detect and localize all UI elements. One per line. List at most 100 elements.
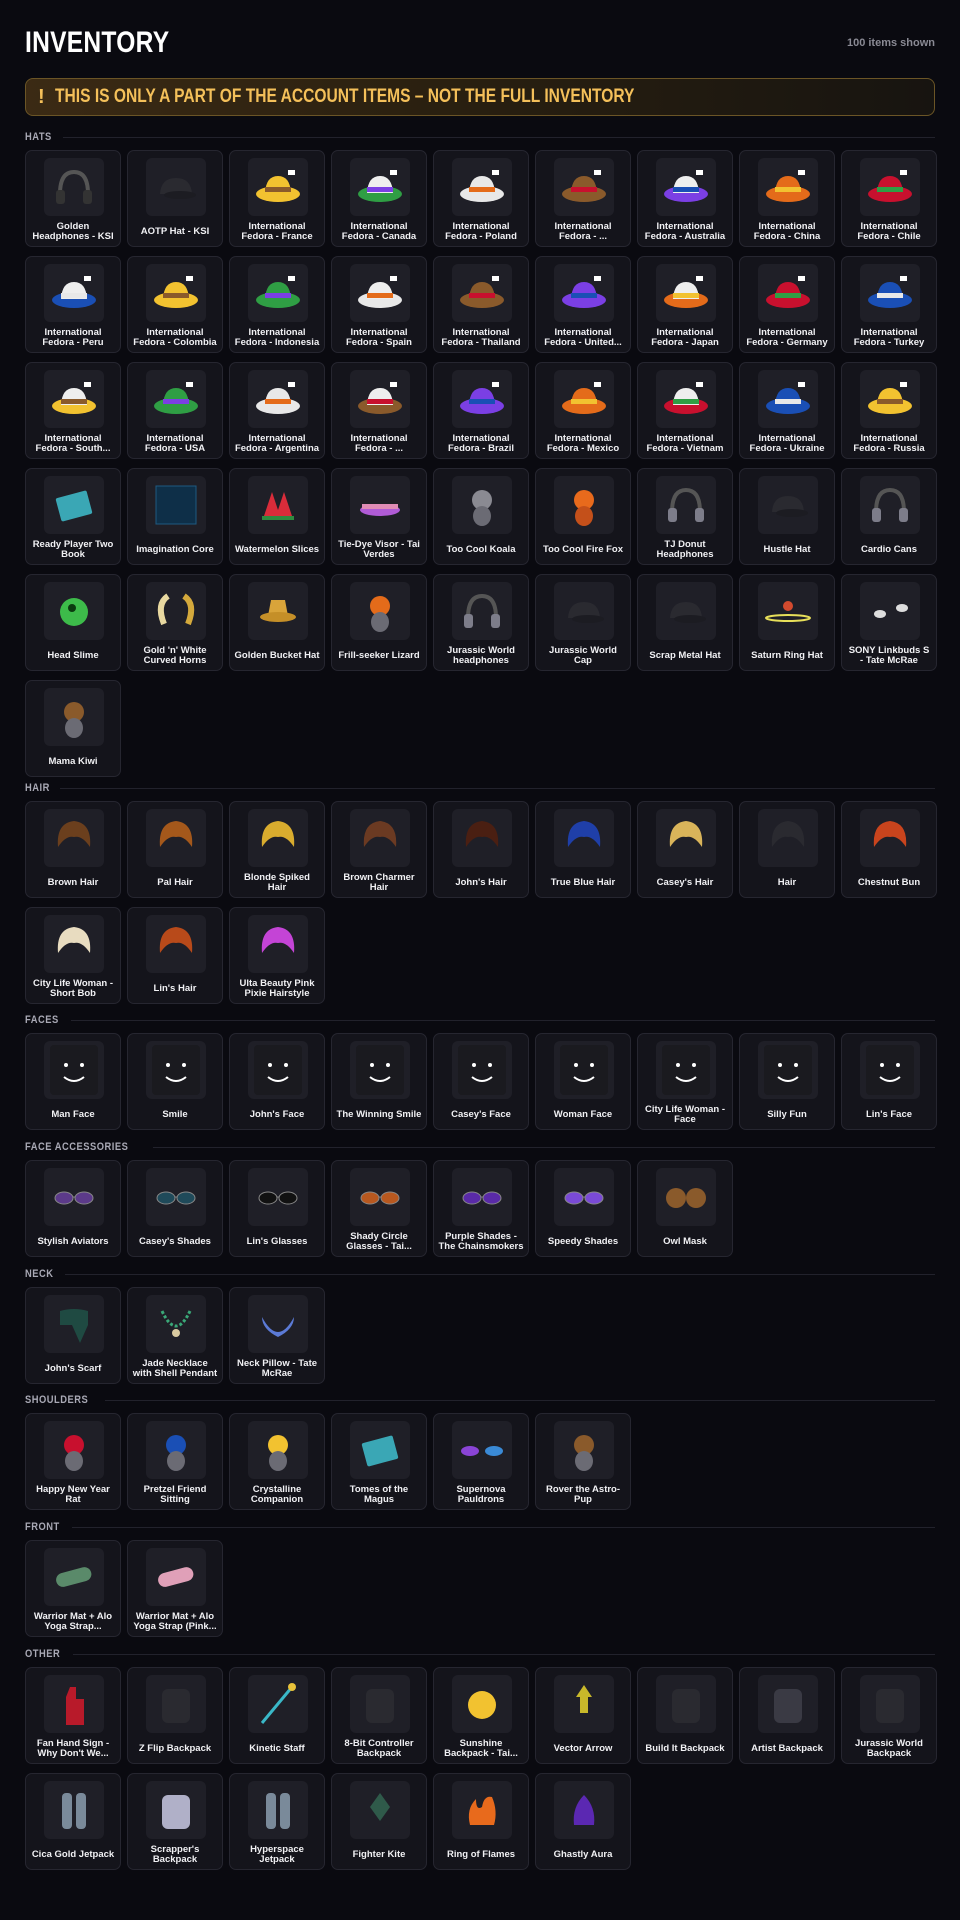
- item-card[interactable]: 8-Bit Controller Backpack: [331, 1667, 427, 1764]
- item-card[interactable]: International Fedora - ...: [535, 150, 631, 247]
- item-card[interactable]: Pal Hair: [127, 801, 223, 898]
- item-card[interactable]: Casey's Shades: [127, 1160, 223, 1257]
- item-card[interactable]: Blonde Spiked Hair: [229, 801, 325, 898]
- item-card[interactable]: Tie-Dye Visor - Tai Verdes: [331, 468, 427, 565]
- item-card[interactable]: Man Face: [25, 1033, 121, 1130]
- item-card[interactable]: Supernova Pauldrons: [433, 1413, 529, 1510]
- item-card[interactable]: Smile: [127, 1033, 223, 1130]
- item-card[interactable]: International Fedora - Turkey: [841, 256, 937, 353]
- item-card[interactable]: Mama Kiwi: [25, 680, 121, 777]
- item-card[interactable]: AOTP Hat - KSI: [127, 150, 223, 247]
- item-card[interactable]: International Fedora - France: [229, 150, 325, 247]
- item-card[interactable]: International Fedora - Ukraine: [739, 362, 835, 459]
- item-card[interactable]: Cica Gold Jetpack: [25, 1773, 121, 1870]
- item-card[interactable]: International Fedora - Mexico: [535, 362, 631, 459]
- item-card[interactable]: Jade Necklace with Shell Pendant: [127, 1287, 223, 1384]
- item-card[interactable]: Jurassic World Cap: [535, 574, 631, 671]
- item-card[interactable]: Golden Bucket Hat: [229, 574, 325, 671]
- item-card[interactable]: John's Face: [229, 1033, 325, 1130]
- item-card[interactable]: Owl Mask: [637, 1160, 733, 1257]
- item-card[interactable]: Ring of Flames: [433, 1773, 529, 1870]
- item-card[interactable]: Lin's Face: [841, 1033, 937, 1130]
- item-card[interactable]: Ghastly Aura: [535, 1773, 631, 1870]
- item-card[interactable]: Jurassic World headphones: [433, 574, 529, 671]
- item-card[interactable]: True Blue Hair: [535, 801, 631, 898]
- item-card[interactable]: Cardio Cans: [841, 468, 937, 565]
- item-card[interactable]: Rover the Astro-Pup: [535, 1413, 631, 1510]
- item-card[interactable]: Silly Fun: [739, 1033, 835, 1130]
- item-card[interactable]: International Fedora - Spain: [331, 256, 427, 353]
- item-card[interactable]: International Fedora - Thailand: [433, 256, 529, 353]
- item-card[interactable]: Speedy Shades: [535, 1160, 631, 1257]
- item-card[interactable]: International Fedora - Vietnam: [637, 362, 733, 459]
- item-card[interactable]: Stylish Aviators: [25, 1160, 121, 1257]
- item-card[interactable]: Hair: [739, 801, 835, 898]
- item-card[interactable]: International Fedora - Poland: [433, 150, 529, 247]
- item-card[interactable]: TJ Donut Headphones: [637, 468, 733, 565]
- item-card[interactable]: Kinetic Staff: [229, 1667, 325, 1764]
- item-card[interactable]: Shady Circle Glasses - Tai...: [331, 1160, 427, 1257]
- item-card[interactable]: International Fedora - South...: [25, 362, 121, 459]
- item-card[interactable]: Z Flip Backpack: [127, 1667, 223, 1764]
- item-card[interactable]: Too Cool Fire Fox: [535, 468, 631, 565]
- item-card[interactable]: Brown Charmer Hair: [331, 801, 427, 898]
- item-card[interactable]: Tomes of the Magus: [331, 1413, 427, 1510]
- item-card[interactable]: Fan Hand Sign - Why Don't We...: [25, 1667, 121, 1764]
- item-card[interactable]: International Fedora - Chile: [841, 150, 937, 247]
- item-card[interactable]: Fighter Kite: [331, 1773, 427, 1870]
- item-card[interactable]: International Fedora - Japan: [637, 256, 733, 353]
- item-card[interactable]: International Fedora - Russia: [841, 362, 937, 459]
- item-card[interactable]: International Fedora - Argentina: [229, 362, 325, 459]
- item-card[interactable]: Scrap Metal Hat: [637, 574, 733, 671]
- item-card[interactable]: Ready Player Two Book: [25, 468, 121, 565]
- item-card[interactable]: International Fedora - ...: [331, 362, 427, 459]
- item-card[interactable]: Neck Pillow - Tate McRae: [229, 1287, 325, 1384]
- item-card[interactable]: International Fedora - Canada: [331, 150, 427, 247]
- item-card[interactable]: Brown Hair: [25, 801, 121, 898]
- item-card[interactable]: Hustle Hat: [739, 468, 835, 565]
- item-card[interactable]: Woman Face: [535, 1033, 631, 1130]
- item-card[interactable]: Hyperspace Jetpack: [229, 1773, 325, 1870]
- item-card[interactable]: Golden Headphones - KSI: [25, 150, 121, 247]
- item-card[interactable]: International Fedora - Germany: [739, 256, 835, 353]
- item-card[interactable]: Crystalline Companion: [229, 1413, 325, 1510]
- item-card[interactable]: Sunshine Backpack - Tai...: [433, 1667, 529, 1764]
- item-card[interactable]: International Fedora - Indonesia: [229, 256, 325, 353]
- item-card[interactable]: Artist Backpack: [739, 1667, 835, 1764]
- item-card[interactable]: Pretzel Friend Sitting: [127, 1413, 223, 1510]
- item-card[interactable]: Casey's Face: [433, 1033, 529, 1130]
- item-card[interactable]: Build It Backpack: [637, 1667, 733, 1764]
- item-card[interactable]: John's Scarf: [25, 1287, 121, 1384]
- item-card[interactable]: Scrapper's Backpack: [127, 1773, 223, 1870]
- item-card[interactable]: Watermelon Slices: [229, 468, 325, 565]
- item-card[interactable]: Imagination Core: [127, 468, 223, 565]
- item-card[interactable]: Ulta Beauty Pink Pixie Hairstyle: [229, 907, 325, 1004]
- item-card[interactable]: Happy New Year Rat: [25, 1413, 121, 1510]
- item-card[interactable]: International Fedora - China: [739, 150, 835, 247]
- item-card[interactable]: International Fedora - United...: [535, 256, 631, 353]
- item-card[interactable]: Too Cool Koala: [433, 468, 529, 565]
- item-card[interactable]: Vector Arrow: [535, 1667, 631, 1764]
- item-card[interactable]: International Fedora - Australia: [637, 150, 733, 247]
- item-card[interactable]: Head Slime: [25, 574, 121, 671]
- item-card[interactable]: International Fedora - Peru: [25, 256, 121, 353]
- item-card[interactable]: Frill-seeker Lizard: [331, 574, 427, 671]
- item-card[interactable]: Gold 'n' White Curved Horns: [127, 574, 223, 671]
- item-card[interactable]: Lin's Hair: [127, 907, 223, 1004]
- item-card[interactable]: Warrior Mat + Alo Yoga Strap (Pink...: [127, 1540, 223, 1637]
- item-card[interactable]: City Life Woman - Short Bob: [25, 907, 121, 1004]
- item-card[interactable]: Purple Shades - The Chainsmokers: [433, 1160, 529, 1257]
- item-card[interactable]: City Life Woman - Face: [637, 1033, 733, 1130]
- item-card[interactable]: International Fedora - Colombia: [127, 256, 223, 353]
- item-card[interactable]: Saturn Ring Hat: [739, 574, 835, 671]
- item-card[interactable]: Casey's Hair: [637, 801, 733, 898]
- item-card[interactable]: International Fedora - USA: [127, 362, 223, 459]
- item-card[interactable]: Chestnut Bun: [841, 801, 937, 898]
- item-card[interactable]: SONY Linkbuds S - Tate McRae: [841, 574, 937, 671]
- item-card[interactable]: Jurassic World Backpack: [841, 1667, 937, 1764]
- item-card[interactable]: The Winning Smile: [331, 1033, 427, 1130]
- item-card[interactable]: John's Hair: [433, 801, 529, 898]
- item-card[interactable]: International Fedora - Brazil: [433, 362, 529, 459]
- item-card[interactable]: Warrior Mat + Alo Yoga Strap...: [25, 1540, 121, 1637]
- item-card[interactable]: Lin's Glasses: [229, 1160, 325, 1257]
